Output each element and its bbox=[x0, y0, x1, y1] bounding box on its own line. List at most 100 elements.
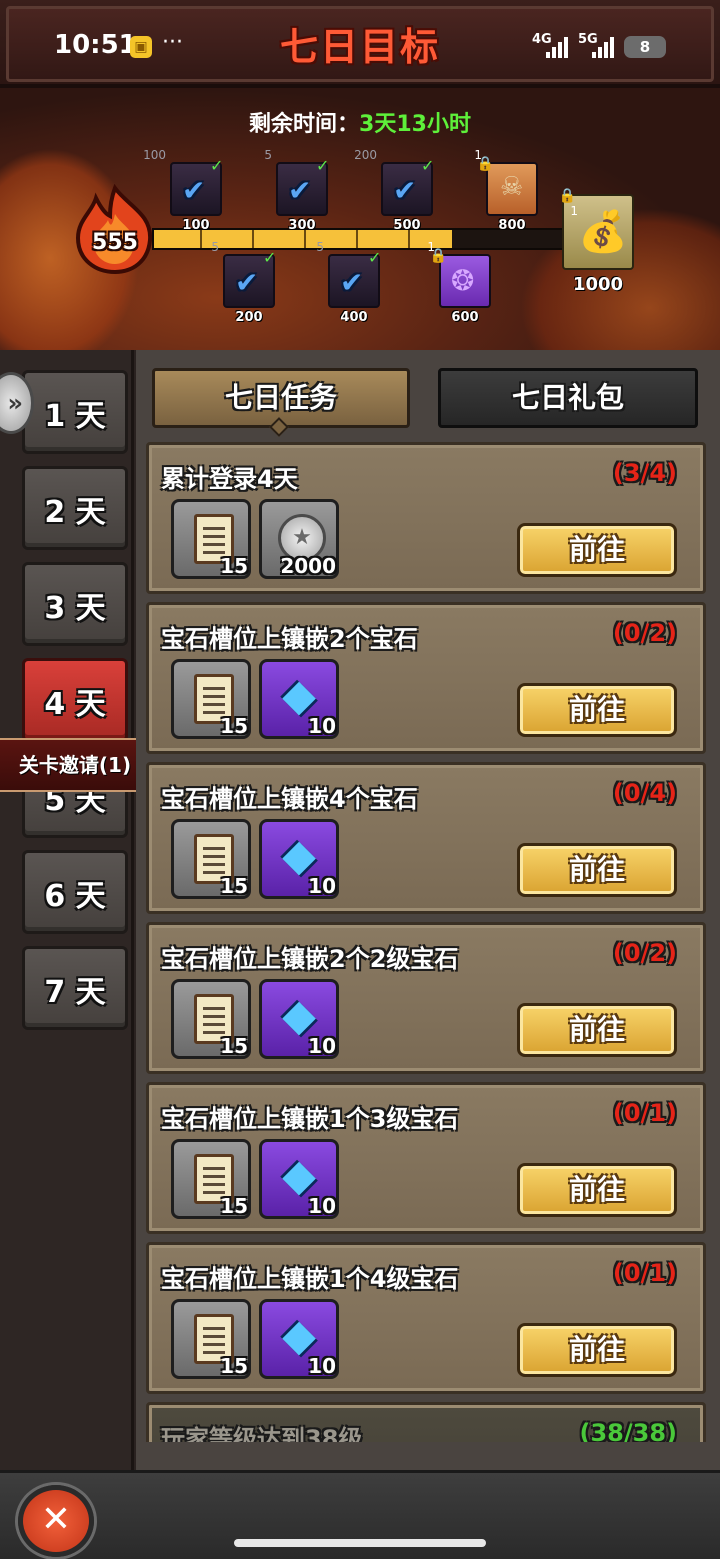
reward-gem[interactable]: ◆ 10 bbox=[259, 659, 339, 739]
milestone-qty: 1 bbox=[570, 204, 578, 218]
reward-gem[interactable]: ◆ 10 bbox=[259, 1139, 339, 1219]
task-progress: (38/38) bbox=[579, 1419, 678, 1442]
task-progress: (0/4) bbox=[612, 779, 677, 807]
reward-amount: 2000 bbox=[280, 554, 336, 578]
milestone-qty: 5 bbox=[264, 148, 272, 162]
day-tab-7[interactable]: 7 天 bbox=[22, 946, 128, 1030]
green-tick-icon: ✓ bbox=[421, 156, 435, 175]
task-card: 玩家等级达到38级 (38/38) bbox=[146, 1402, 706, 1442]
reward-notebook[interactable]: 15 bbox=[171, 819, 251, 899]
tab-seven-day-gifts[interactable]: 七日礼包 bbox=[438, 368, 698, 428]
progress-divider bbox=[252, 230, 254, 248]
reward-notebook[interactable]: 15 bbox=[171, 1299, 251, 1379]
green-tick-icon: ✓ bbox=[316, 156, 330, 175]
green-tick-icon: ✓ bbox=[368, 248, 382, 267]
reward-amount: 15 bbox=[220, 554, 248, 578]
progress-divider bbox=[356, 230, 358, 248]
milestone-qty: 1 bbox=[427, 240, 435, 254]
milestone-label: 600 bbox=[451, 310, 479, 325]
reward-amount: 15 bbox=[220, 1194, 248, 1218]
milestone-qty: 200 bbox=[354, 148, 377, 162]
task-panel: 七日任务 七日礼包 累计登录4天 (3/4) 15 ★ 2000 前往 宝石槽位上… bbox=[136, 350, 720, 1470]
reward-notebook[interactable]: 15 bbox=[171, 499, 251, 579]
reward-amount: 15 bbox=[220, 874, 248, 898]
task-progress: (0/2) bbox=[612, 939, 677, 967]
reward-amount: 15 bbox=[220, 1034, 248, 1058]
stage-invite-button[interactable]: 关卡邀请(1) bbox=[0, 738, 152, 792]
milestone-label: 500 bbox=[393, 218, 421, 233]
day-tab-6[interactable]: 6 天 bbox=[22, 850, 128, 934]
bottom-bar: ✕ bbox=[0, 1470, 720, 1559]
task-card: 宝石槽位上镶嵌4个宝石 (0/4) 15 ◆ 10 前往 bbox=[146, 762, 706, 914]
task-title: 宝石槽位上镶嵌1个4级宝石 bbox=[161, 1265, 459, 1293]
go-button[interactable]: 前往 bbox=[517, 843, 677, 897]
go-button[interactable]: 前往 bbox=[517, 683, 677, 737]
task-card: 宝石槽位上镶嵌1个3级宝石 (0/1) 15 ◆ 10 前往 bbox=[146, 1082, 706, 1234]
day-tab-2[interactable]: 2 天 bbox=[22, 466, 128, 550]
task-title: 宝石槽位上镶嵌1个3级宝石 bbox=[161, 1105, 459, 1133]
milestone-label: 200 bbox=[235, 310, 263, 325]
reward-amount: 10 bbox=[308, 714, 336, 738]
home-indicator[interactable] bbox=[234, 1539, 486, 1547]
task-card: 累计登录4天 (3/4) 15 ★ 2000 前往 bbox=[146, 442, 706, 594]
progress-banner: 剩余时间：3天13小时 555 ✔ ✓ 100 100 ✔ ✓ 5 300 ✔ … bbox=[0, 88, 720, 350]
reward-coin[interactable]: ★ 2000 bbox=[259, 499, 339, 579]
reward-notebook[interactable]: 15 bbox=[171, 979, 251, 1059]
task-progress: (0/2) bbox=[612, 619, 677, 647]
purple-bag-icon: ❂ bbox=[451, 264, 475, 297]
lock-icon: 🔒 bbox=[558, 188, 576, 204]
reward-gem[interactable]: ◆ 10 bbox=[259, 979, 339, 1059]
reward-amount: 10 bbox=[308, 1034, 336, 1058]
claimed-check-icon: ✔ bbox=[235, 266, 259, 299]
task-card: 宝石槽位上镶嵌2个宝石 (0/2) 15 ◆ 10 前往 bbox=[146, 602, 706, 754]
remaining-time: 剩余时间：3天13小时 bbox=[0, 106, 720, 138]
claimed-check-icon: ✔ bbox=[288, 174, 312, 207]
reward-notebook[interactable]: 15 bbox=[171, 1139, 251, 1219]
task-title: 宝石槽位上镶嵌2个宝石 bbox=[161, 625, 418, 653]
green-tick-icon: ✓ bbox=[263, 248, 277, 267]
milestone-label: 1000 bbox=[572, 274, 624, 295]
reward-gem[interactable]: ◆ 10 bbox=[259, 1299, 339, 1379]
task-title: 累计登录4天 bbox=[161, 465, 298, 493]
day-tab-1[interactable]: 1 天 bbox=[22, 370, 128, 454]
day-tab-label: 4 天 bbox=[44, 687, 106, 722]
go-button[interactable]: 前往 bbox=[517, 523, 677, 577]
reward-notebook[interactable]: 15 bbox=[171, 659, 251, 739]
milestone-qty: 5 bbox=[211, 240, 219, 254]
remaining-time-label: 剩余时间： bbox=[249, 112, 360, 137]
task-progress: (0/1) bbox=[612, 1259, 677, 1287]
day-tab-label: 7 天 bbox=[44, 975, 106, 1010]
milestone-qty: 100 bbox=[143, 148, 166, 162]
points-value: 555 bbox=[92, 230, 138, 255]
day-tab-column: 1 天 2 天 3 天 4 天 5 天 6 天 7 天 bbox=[0, 350, 134, 1470]
milestone-label: 300 bbox=[288, 218, 316, 233]
task-list[interactable]: 累计登录4天 (3/4) 15 ★ 2000 前往 宝石槽位上镶嵌2个宝石 (0/… bbox=[146, 442, 716, 1442]
task-progress: (3/4) bbox=[612, 459, 677, 487]
task-title: 宝石槽位上镶嵌2个2级宝石 bbox=[161, 945, 459, 973]
day-tab-3[interactable]: 3 天 bbox=[22, 562, 128, 646]
reward-gem[interactable]: ◆ 10 bbox=[259, 819, 339, 899]
claimed-check-icon: ✔ bbox=[340, 266, 364, 299]
go-button[interactable]: 前往 bbox=[517, 1003, 677, 1057]
reward-amount: 15 bbox=[220, 714, 248, 738]
milestone-label: 800 bbox=[498, 218, 526, 233]
title-bar: 10:51 ▣ ··· 七日目标 4G 5G 8 bbox=[0, 0, 720, 88]
claimed-check-icon: ✔ bbox=[393, 174, 417, 207]
go-button[interactable]: 前往 bbox=[517, 1163, 677, 1217]
day-tab-4[interactable]: 4 天 bbox=[22, 658, 128, 742]
green-tick-icon: ✓ bbox=[210, 156, 224, 175]
milestone-qty: 5 bbox=[316, 240, 324, 254]
day-tab-label: 1 天 bbox=[44, 399, 106, 434]
go-button[interactable]: 前往 bbox=[517, 1323, 677, 1377]
task-card: 宝石槽位上镶嵌1个4级宝石 (0/1) 15 ◆ 10 前往 bbox=[146, 1242, 706, 1394]
day-tab-label: 2 天 bbox=[44, 495, 106, 530]
battery-icon: 8 bbox=[624, 36, 666, 58]
signal-5g-icon bbox=[592, 36, 614, 58]
scroll-icon: ☠ bbox=[500, 172, 524, 202]
milestone-label: 100 bbox=[182, 218, 210, 233]
task-progress: (0/1) bbox=[612, 1099, 677, 1127]
close-button[interactable]: ✕ bbox=[18, 1485, 94, 1557]
day-tab-label: 3 天 bbox=[44, 591, 106, 626]
flame-icon bbox=[75, 184, 153, 274]
task-title: 宝石槽位上镶嵌4个宝石 bbox=[161, 785, 418, 813]
